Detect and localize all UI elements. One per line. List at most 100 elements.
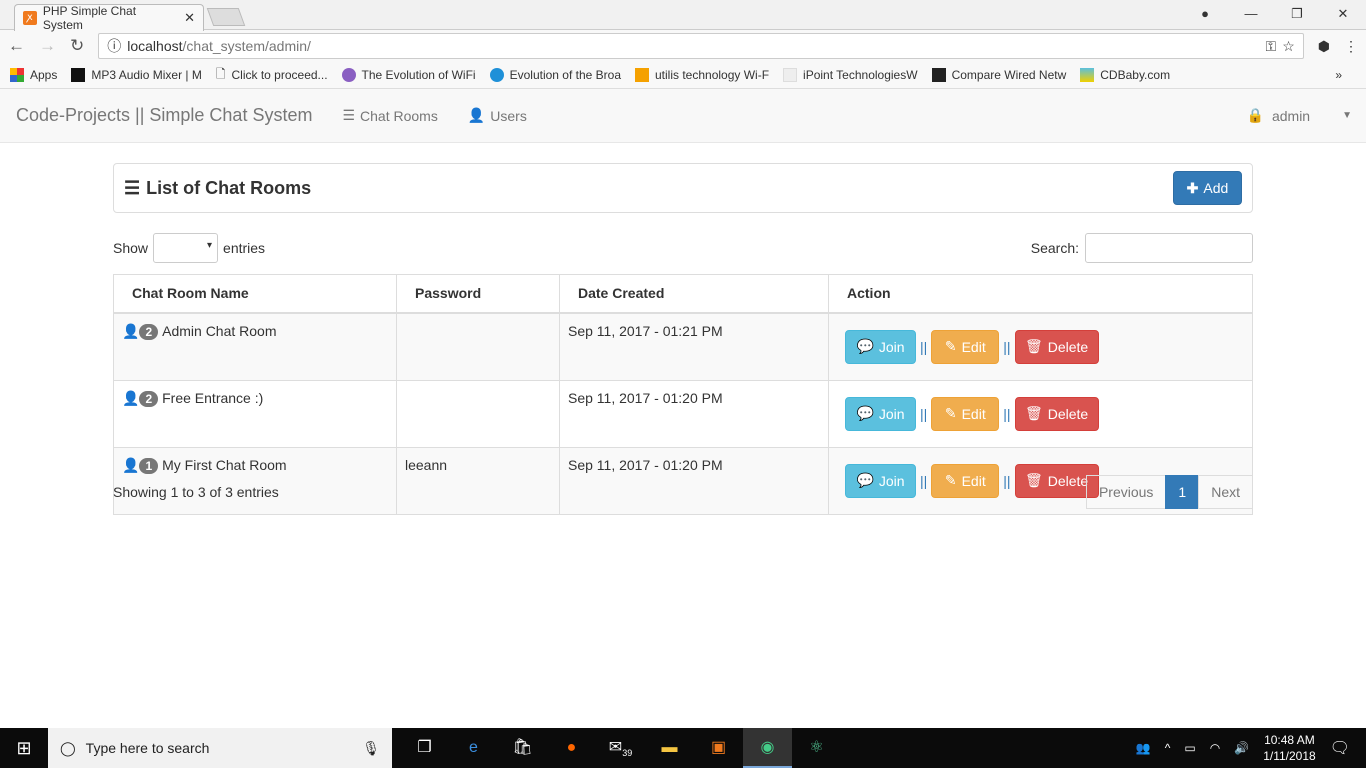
bookmark[interactable]: MP3 Audio Mixer | M [71,68,202,82]
pencil-icon: ✎ [944,405,957,421]
member-count-badge: 2 [139,323,159,340]
minimize-button[interactable]: — [1228,0,1274,28]
mail-icon[interactable]: ✉39 [596,728,645,768]
volume-icon[interactable]: 🔊 [1234,741,1249,755]
apps-icon [10,68,24,82]
comment-icon: 💬 [856,338,874,354]
store-icon[interactable]: 🛍 [498,728,547,768]
show-hidden-icon[interactable]: ^ [1165,741,1171,755]
bookmark[interactable]: 🗋 Click to proceed... [216,65,328,86]
brand[interactable]: Code-Projects || Simple Chat System [16,105,312,126]
more-bookmarks-icon[interactable]: » [1335,68,1342,82]
back-icon[interactable]: ← [8,36,25,56]
password-cell [396,312,560,381]
file-explorer-icon[interactable]: ▬ [645,728,694,768]
header-name[interactable]: Chat Room Name [113,274,397,314]
header-password[interactable]: Password [396,274,560,314]
previous-button[interactable]: Previous [1085,475,1167,509]
user-menu[interactable]: 🔒 admin ▼ [1247,107,1352,124]
bookmark-icon [489,68,504,82]
new-tab-button[interactable] [206,8,246,26]
action-cell: 💬 Join || ✎ Edit || 🗑 Delete [828,379,1253,448]
wifi-icon[interactable]: ◠ [1210,741,1220,755]
edit-button[interactable]: ✎ Edit [931,396,1000,431]
tab-title: PHP Simple Chat System [42,4,137,32]
profile-icon[interactable]: ● [1182,0,1228,28]
join-button[interactable]: 💬 Join [845,329,916,364]
page-title: List of Chat Rooms [146,177,312,198]
chrome-icon[interactable]: ◉ [743,728,792,768]
nav-chat-rooms[interactable]: ☰ Chat Rooms [342,107,437,124]
trash-icon: 🗑 [1024,405,1043,421]
atom-icon[interactable]: ⚛ [792,728,841,768]
bookmark[interactable]: iPoint TechnologiesW [783,68,918,82]
bookmark[interactable]: The Evolution of WiFi [341,68,476,82]
firefox-icon[interactable]: ● [547,728,596,768]
member-count-badge: 2 [139,390,159,407]
browser-tab[interactable]: ꭗ PHP Simple Chat System ✕ [14,4,204,32]
bookmark[interactable]: utilis technology Wi-F [635,68,769,82]
info-icon[interactable]: ⓘ [107,36,121,56]
reload-icon[interactable]: ↻ [70,36,84,56]
star-icon[interactable]: ☆ [1282,38,1295,55]
restore-button[interactable]: ❐ [1274,0,1320,28]
microphone-icon: 🎙 [362,739,380,756]
bookmark[interactable]: Compare Wired Netw [931,68,1066,82]
bookmark[interactable]: CDBaby.com [1080,68,1170,82]
join-button[interactable]: 💬 Join [845,396,916,431]
battery-icon[interactable]: ▭ [1184,741,1195,755]
key-icon[interactable]: ⚿ [1266,38,1277,55]
taskbar-search[interactable]: ◯ Type here to search 🎙 [48,728,392,768]
forward-icon[interactable]: → [39,36,56,56]
bookmark-apps[interactable]: Apps [10,68,57,82]
table-row: 👤 2 Admin Chat Room Sep 11, 2017 - 01:21 P… [113,312,1253,381]
header-action: Action [828,274,1253,314]
clock[interactable]: 10:48 AM 1/11/2018 [1263,732,1316,764]
page-1-button[interactable]: 1 [1165,475,1200,509]
plus-icon: ✚ [1186,179,1199,196]
people-icon[interactable]: 👥 [1136,741,1151,755]
add-button[interactable]: ✚ Add [1173,171,1242,205]
close-tab-icon[interactable]: ✕ [184,10,195,26]
windows-start-icon[interactable]: ⊞ [0,738,48,759]
next-button[interactable]: Next [1198,475,1253,509]
password-cell [396,379,560,448]
address-bar[interactable]: ⓘ localhost/chat_system/admin/ ⚿ ☆ [98,33,1304,59]
table-row: 👤 2 Free Entrance :) Sep 11, 2017 - 01:20 … [113,379,1253,448]
comment-icon: 💬 [856,405,874,421]
site-navbar: Code-Projects || Simple Chat System ☰ Cha… [0,89,1366,143]
page-icon: 🗋 [215,66,226,81]
extension-icon[interactable]: ⬢ [1318,38,1330,55]
close-window-button[interactable]: ✕ [1320,0,1366,28]
menu-icon[interactable]: ⋮ [1344,38,1358,55]
list-icon: ☰ [124,177,141,198]
search-input[interactable] [1085,233,1253,263]
table-row: 👤 1 My First Chat Room leeann Sep 11, 2017… [113,446,1253,515]
task-view-icon[interactable]: ❐ [400,728,449,768]
header-date[interactable]: Date Created [559,274,829,314]
search-label: Search: [1030,240,1079,256]
edit-button[interactable]: ✎ Edit [931,329,1000,364]
edge-icon[interactable]: e [449,728,498,768]
bookmark-icon [783,68,798,82]
cortana-icon: ◯ [60,739,76,756]
bookmark-icon [931,68,946,82]
pencil-icon: ✎ [944,472,957,488]
notifications-icon[interactable]: 🗨 [1330,738,1350,758]
room-name-cell: 👤 2 Free Entrance :) [113,379,397,448]
user-icon: 👤 [122,322,140,339]
taskbar: ⊞ ◯ Type here to search 🎙 ❐ e 🛍 ● ✉39 ▬ ▣ … [0,728,1366,768]
xampp-icon[interactable]: ▣ [694,728,743,768]
pencil-icon: ✎ [944,338,957,354]
join-button[interactable]: 💬 Join [845,463,916,498]
pagination: Previous 1 Next [1085,475,1253,509]
delete-button[interactable]: 🗑 Delete [1014,329,1099,364]
nav-users[interactable]: 👤 Users [468,107,527,124]
edit-button[interactable]: ✎ Edit [931,463,1000,498]
bookmark[interactable]: Evolution of the Broa [489,68,621,82]
panel-header: ☰ List of Chat Rooms ✚ Add [113,163,1253,213]
delete-button[interactable]: 🗑 Delete [1014,396,1099,431]
comment-icon: 💬 [856,472,874,488]
room-name-cell: 👤 2 Admin Chat Room [113,312,397,381]
entries-select[interactable] [153,233,219,263]
